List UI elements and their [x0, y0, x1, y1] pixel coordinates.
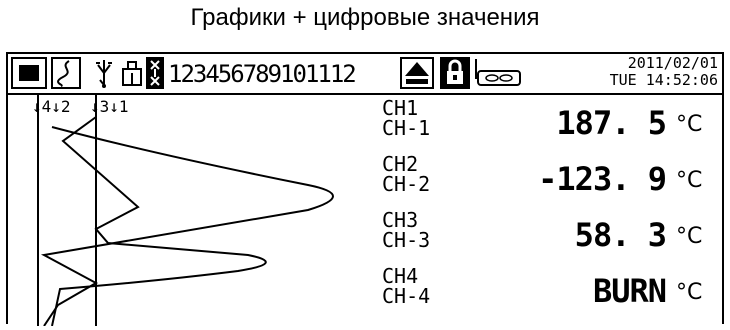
ch3-unit: °C: [676, 224, 703, 249]
ch4-name: CH4: [382, 264, 419, 288]
trend-graph: [8, 95, 368, 330]
trace-marker-right: ↓3↓1: [90, 97, 129, 116]
stop-button[interactable]: [11, 57, 47, 89]
datetime-display: 2011/02/01 TUE 14:52:06: [610, 55, 718, 89]
link-icon: [146, 57, 164, 89]
ch2-unit: °C: [676, 168, 703, 193]
page-caption: Графики + цифровые значения: [190, 4, 540, 31]
status-toolbar: 123456789101112 2011/02/01 TUE 14:52:06: [8, 54, 722, 95]
ch4-tag: CH-4: [382, 284, 431, 308]
memory-icon: [120, 57, 144, 89]
ch3-value: 58. 3: [574, 216, 667, 254]
ch3-name: CH3: [382, 208, 419, 232]
memory-card-icon: [474, 57, 522, 89]
channel-indicator: 123456789101112: [168, 60, 357, 88]
ch2-value: -123. 9: [538, 160, 667, 198]
ch1-tag: CH-1: [382, 116, 431, 140]
ch4-value: BURN: [592, 272, 667, 310]
ch4-unit: °C: [676, 280, 703, 305]
ch1-name: CH1: [382, 96, 419, 120]
stop-icon: [19, 65, 39, 81]
trend-curve-icon: [57, 60, 70, 87]
ch2-name: CH2: [382, 152, 419, 176]
ch2-tag: CH-2: [382, 172, 431, 196]
lock-icon: [440, 57, 470, 89]
eject-icon: [405, 62, 429, 84]
ch3-tag: CH-3: [382, 228, 431, 252]
trend-view-button[interactable]: [51, 57, 81, 89]
time-text: TUE 14:52:06: [609, 71, 718, 89]
ch1-value: 187. 5: [556, 104, 667, 142]
eject-button[interactable]: [400, 57, 434, 89]
trace-marker-left: ↓4↓2: [32, 97, 71, 116]
recorder-screen: 123456789101112 2011/02/01 TUE 14:52:06 …: [6, 52, 724, 327]
usb-icon: [90, 57, 118, 89]
date-text: 2011/02/01: [627, 54, 718, 72]
ch1-unit: °C: [676, 112, 703, 137]
